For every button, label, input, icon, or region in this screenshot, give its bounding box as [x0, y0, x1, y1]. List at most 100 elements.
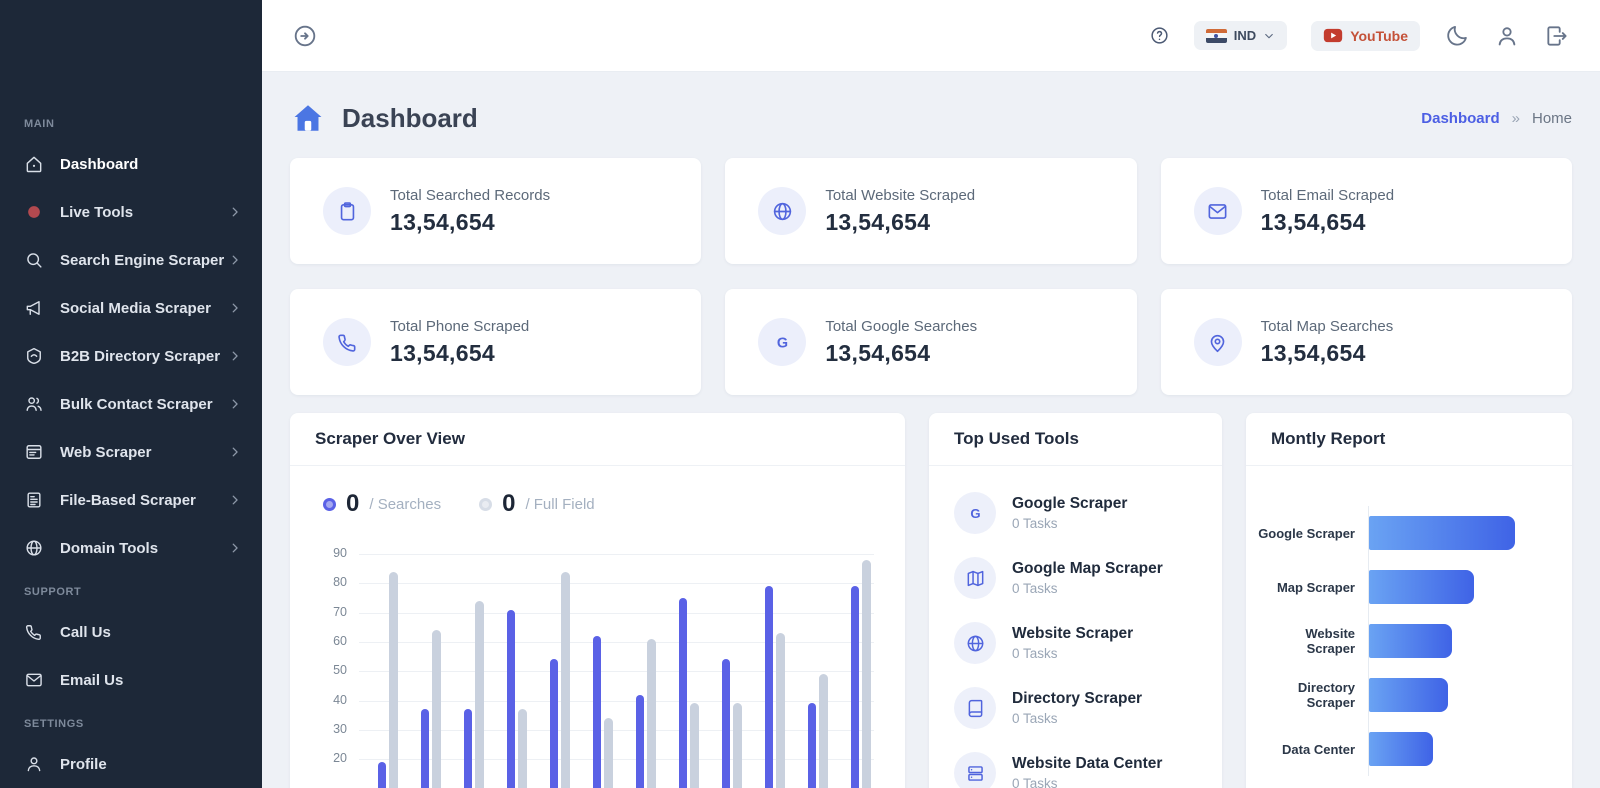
stat-text: Total Phone Scraped 13,54,654 [390, 318, 529, 367]
dark-mode-moon-icon[interactable] [1444, 23, 1470, 49]
tool-item-directory-scraper[interactable]: Directory Scraper 0 Tasks [954, 687, 1197, 729]
main-content: Dashboard Dashboard » Home Total Searche… [262, 72, 1600, 788]
user-profile-icon[interactable] [1494, 23, 1520, 49]
sidebar-toggle-icon[interactable] [292, 23, 318, 49]
stat-card: Total Map Searches 13,54,654 [1161, 289, 1572, 395]
breadcrumb-separator-icon: » [1512, 110, 1520, 127]
y-axis-tick: 50 [315, 663, 347, 677]
sidebar-section-label: SUPPORT [0, 572, 262, 608]
youtube-icon [1323, 28, 1343, 43]
bar-searches [507, 610, 515, 788]
stat-label: Total Email Scraped [1261, 187, 1394, 204]
panel-title: Top Used Tools [929, 413, 1222, 466]
sidebar-item-b2b-directory-scraper[interactable]: B2B Directory Scraper [0, 332, 262, 380]
y-axis-tick: 90 [315, 546, 347, 560]
monthly-bar [1369, 624, 1452, 658]
bar-full-field [819, 674, 828, 788]
stat-value: 13,54,654 [390, 209, 550, 236]
legend-label: / Full Field [525, 496, 594, 513]
sidebar-item-dashboard[interactable]: Dashboard [0, 140, 262, 188]
sidebar-item-file-based-scraper[interactable]: File-Based Scraper [0, 476, 262, 524]
browser-icon [24, 442, 44, 462]
chevron-right-icon [228, 205, 242, 219]
youtube-label: YouTube [1350, 28, 1408, 44]
bar-searches [636, 695, 644, 788]
sidebar-item-domain-tools[interactable]: Domain Tools [0, 524, 262, 572]
sidebar-item-search-engine-scraper[interactable]: Search Engine Scraper [0, 236, 262, 284]
monthly-category-label: Map Scraper [1258, 580, 1368, 595]
sidebar-item-label: Social Media Scraper [60, 300, 228, 317]
gridline [359, 583, 874, 584]
gridline [359, 554, 874, 555]
page-title-row: Dashboard Dashboard » Home [290, 94, 1572, 142]
tool-item-google-map-scraper[interactable]: Google Map Scraper 0 Tasks [954, 557, 1197, 599]
sidebar-item-label: Call Us [60, 624, 242, 641]
b2b-badge-icon [24, 346, 44, 366]
tool-name: Website Scraper [1012, 625, 1133, 643]
y-axis-tick: 70 [315, 605, 347, 619]
overview-chart-body: 0 / Searches 0 / Full Field 203040506070… [290, 466, 905, 788]
help-icon[interactable] [1149, 25, 1170, 46]
tool-text: Directory Scraper 0 Tasks [1012, 690, 1142, 726]
google-g-icon: G [758, 318, 806, 366]
bar-searches [550, 659, 558, 788]
y-axis-tick: 40 [315, 693, 347, 707]
file-icon [24, 490, 44, 510]
language-code: IND [1234, 28, 1256, 43]
sidebar-item-label: Email Us [60, 672, 242, 689]
legend-item[interactable]: 0 / Searches [323, 490, 441, 518]
legend-item[interactable]: 0 / Full Field [479, 490, 595, 518]
phone-icon [323, 318, 371, 366]
page-title-group: Dashboard [290, 101, 478, 135]
sidebar-item-call-us[interactable]: Call Us [0, 608, 262, 656]
globe-icon [24, 538, 44, 558]
tool-item-website-data-center[interactable]: Website Data Center 0 Tasks [954, 752, 1197, 788]
bar-searches [722, 659, 730, 788]
tool-text: Google Map Scraper 0 Tasks [1012, 560, 1163, 596]
breadcrumb-home[interactable]: Home [1532, 110, 1572, 127]
breadcrumb: Dashboard » Home [1421, 110, 1572, 127]
sidebar-item-email-us[interactable]: Email Us [0, 656, 262, 704]
tool-name: Directory Scraper [1012, 690, 1142, 708]
stat-card: Total Phone Scraped 13,54,654 [290, 289, 701, 395]
monthly-bar [1369, 570, 1474, 604]
bar-full-field [690, 703, 699, 788]
monthly-bar [1369, 516, 1515, 550]
chevron-right-icon [228, 301, 242, 315]
bottom-panels: Scraper Over View 0 / Searches 0 / Full … [290, 413, 1572, 788]
legend-dot-icon [479, 498, 492, 511]
tool-item-google-scraper[interactable]: G Google Scraper 0 Tasks [954, 492, 1197, 534]
tool-task-count: 0 Tasks [1012, 776, 1162, 788]
monthly-bar [1369, 678, 1448, 712]
y-axis-tick: 60 [315, 634, 347, 648]
tool-task-count: 0 Tasks [1012, 516, 1127, 531]
sidebar-item-bulk-contact-scraper[interactable]: Bulk Contact Scraper [0, 380, 262, 428]
sidebar-section-label: MAIN [0, 104, 262, 140]
language-selector[interactable]: IND [1194, 21, 1287, 50]
stat-value: 13,54,654 [825, 209, 975, 236]
monthly-category-label: Website Scraper [1258, 626, 1368, 656]
stat-card: Total Searched Records 13,54,654 [290, 158, 701, 264]
grouped-bar-chart: 2030405060708090 [315, 528, 880, 788]
sidebar-item-web-scraper[interactable]: Web Scraper [0, 428, 262, 476]
bar-searches [378, 762, 386, 788]
stat-value: 13,54,654 [1261, 209, 1394, 236]
bar-full-field [518, 709, 527, 788]
sidebar-item-label: Profile [60, 756, 242, 773]
sidebar-item-social-media-scraper[interactable]: Social Media Scraper [0, 284, 262, 332]
breadcrumb-current[interactable]: Dashboard [1421, 110, 1499, 127]
sidebar-item-profile[interactable]: Profile [0, 740, 262, 788]
sidebar-item-label: Live Tools [60, 204, 228, 221]
youtube-button[interactable]: YouTube [1311, 21, 1420, 51]
legend-dot-icon [323, 498, 336, 511]
bar-searches [421, 709, 429, 788]
stat-text: Total Searched Records 13,54,654 [390, 187, 550, 236]
megaphone-icon [24, 298, 44, 318]
sidebar-item-live-tools[interactable]: Live Tools [0, 188, 262, 236]
mail-icon [24, 670, 44, 690]
logout-icon[interactable] [1544, 23, 1570, 49]
tool-item-website-scraper[interactable]: Website Scraper 0 Tasks [954, 622, 1197, 664]
tool-name: Google Scraper [1012, 495, 1127, 513]
bar-searches [808, 703, 816, 788]
globe-icon [758, 187, 806, 235]
